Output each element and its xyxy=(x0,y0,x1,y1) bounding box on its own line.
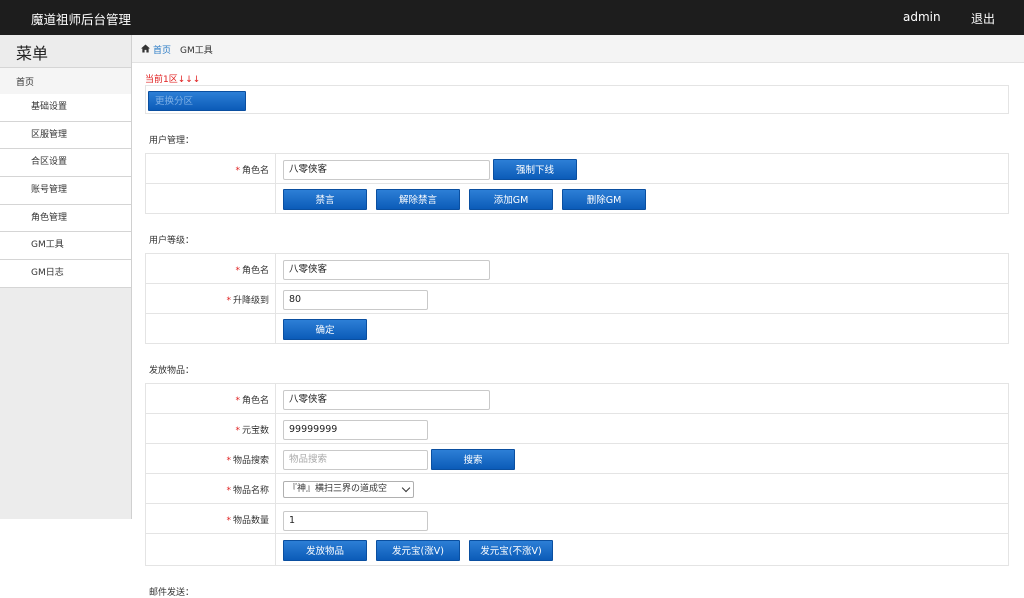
item-name-select[interactable]: 『神』横扫三界の道成空 xyxy=(283,481,414,498)
sidebar-item-merge-settings[interactable]: 合区设置 xyxy=(0,149,131,178)
home-icon xyxy=(141,44,150,53)
sidebar-item-account-management[interactable]: 账号管理 xyxy=(0,177,131,205)
required-mark: * xyxy=(226,456,231,466)
sidebar-item-server-management[interactable]: 区服管理 xyxy=(0,121,131,150)
level-role-name-input[interactable]: 八零侠客 xyxy=(283,260,490,280)
target-level-input[interactable]: 80 xyxy=(283,290,428,310)
sidebar-item-label: 首页 xyxy=(16,78,35,88)
chevron-down-icon xyxy=(401,483,411,493)
required-mark: * xyxy=(235,396,240,406)
form-row-role-name: * 角色名 八零侠客 xyxy=(145,253,1009,284)
field-label: * 元宝数 xyxy=(146,414,276,443)
field-label xyxy=(146,314,276,343)
field-label: * 物品搜索 xyxy=(146,444,276,473)
sidebar-item-role-management[interactable]: 角色管理 xyxy=(0,204,131,233)
section-title-send-items: 发放物品： xyxy=(149,366,195,376)
breadcrumb-home-link[interactable]: 首页 xyxy=(153,43,171,56)
sidebar: 菜单 首页 基础设置 区服管理 合区设置 账号管理 角色管理 GM工具 GM日志 xyxy=(0,35,132,519)
sidebar-item-gm-log[interactable]: GM日志 xyxy=(0,260,131,288)
add-gm-button[interactable]: 添加GM xyxy=(469,189,553,210)
item-search-button[interactable]: 搜索 xyxy=(431,449,515,470)
form-row-level: * 升降级到 80 xyxy=(145,283,1009,314)
change-region-button[interactable]: 更换分区 xyxy=(148,91,246,111)
form-row-confirm: 确定 xyxy=(145,313,1009,344)
region-row: 更换分区 xyxy=(145,85,1009,114)
items-role-name-input[interactable]: 八零侠客 xyxy=(283,390,490,410)
required-mark: * xyxy=(226,516,231,526)
confirm-level-button[interactable]: 确定 xyxy=(283,319,367,340)
form-row-role-name: * 角色名 八零侠客 强制下线 xyxy=(145,153,1009,184)
item-name-selected: 『神』横扫三界の道成空 xyxy=(288,484,388,494)
sidebar-list: 基础设置 区服管理 合区设置 账号管理 角色管理 GM工具 GM日志 xyxy=(0,94,131,288)
item-search-input[interactable]: 物品搜索 xyxy=(283,450,428,470)
form-row-item-quantity: * 物品数量 1 xyxy=(145,503,1009,534)
form-row-role-name: * 角色名 八零侠客 xyxy=(145,383,1009,414)
field-label: * 角色名 xyxy=(146,254,276,283)
send-gold-vip-button[interactable]: 发元宝(涨V) xyxy=(376,540,460,561)
remove-gm-button[interactable]: 删除GM xyxy=(562,189,646,210)
field-label: * 角色名 xyxy=(146,384,276,413)
field-label: * 物品数量 xyxy=(146,504,276,533)
field-label xyxy=(146,534,276,565)
unmute-button[interactable]: 解除禁言 xyxy=(376,189,460,210)
current-region-text: 当前1区↓↓↓ xyxy=(145,75,201,85)
logout-link[interactable]: 退出 xyxy=(971,10,995,27)
form-row-send-actions: 发放物品 发元宝(涨V) 发元宝(不涨V) xyxy=(145,533,1009,566)
section-title-user-management: 用户管理： xyxy=(149,136,195,146)
mute-button[interactable]: 禁言 xyxy=(283,189,367,210)
top-bar: 魔道祖师后台管理 admin 退出 xyxy=(0,0,1024,35)
section-title-user-level: 用户等级： xyxy=(149,236,195,246)
required-mark: * xyxy=(235,426,240,436)
required-mark: * xyxy=(226,296,231,306)
required-mark: * xyxy=(235,166,240,176)
sidebar-item-home[interactable]: 首页 xyxy=(0,67,131,95)
app-title: 魔道祖师后台管理 xyxy=(31,12,132,27)
form-row-item-name: * 物品名称 『神』横扫三界の道成空 xyxy=(145,473,1009,504)
force-offline-button[interactable]: 强制下线 xyxy=(493,159,577,180)
send-gold-no-vip-button[interactable]: 发元宝(不涨V) xyxy=(469,540,553,561)
sidebar-item-basic-settings[interactable]: 基础设置 xyxy=(0,94,131,122)
section-title-mail: 邮件发送： xyxy=(149,588,195,598)
breadcrumb-current: GM工具 xyxy=(180,46,213,56)
item-quantity-input[interactable]: 1 xyxy=(283,511,428,531)
field-label xyxy=(146,184,276,213)
field-label: * 物品名称 xyxy=(146,474,276,503)
sidebar-item-gm-tools[interactable]: GM工具 xyxy=(0,232,131,261)
user-name[interactable]: admin xyxy=(903,10,941,24)
required-mark: * xyxy=(226,486,231,496)
form-row-item-search: * 物品搜索 物品搜索 搜索 xyxy=(145,443,1009,474)
form-row-actions: 禁言 解除禁言 添加GM 删除GM xyxy=(145,183,1009,214)
menu-title: 菜单 xyxy=(16,44,49,63)
breadcrumb: 首页 GM工具 xyxy=(132,35,1024,63)
form-row-gold: * 元宝数 99999999 xyxy=(145,413,1009,444)
role-name-input[interactable]: 八零侠客 xyxy=(283,160,490,180)
send-items-button[interactable]: 发放物品 xyxy=(283,540,367,561)
required-mark: * xyxy=(235,266,240,276)
field-label: * 升降级到 xyxy=(146,284,276,313)
gold-amount-input[interactable]: 99999999 xyxy=(283,420,428,440)
field-label: * 角色名 xyxy=(146,154,276,183)
